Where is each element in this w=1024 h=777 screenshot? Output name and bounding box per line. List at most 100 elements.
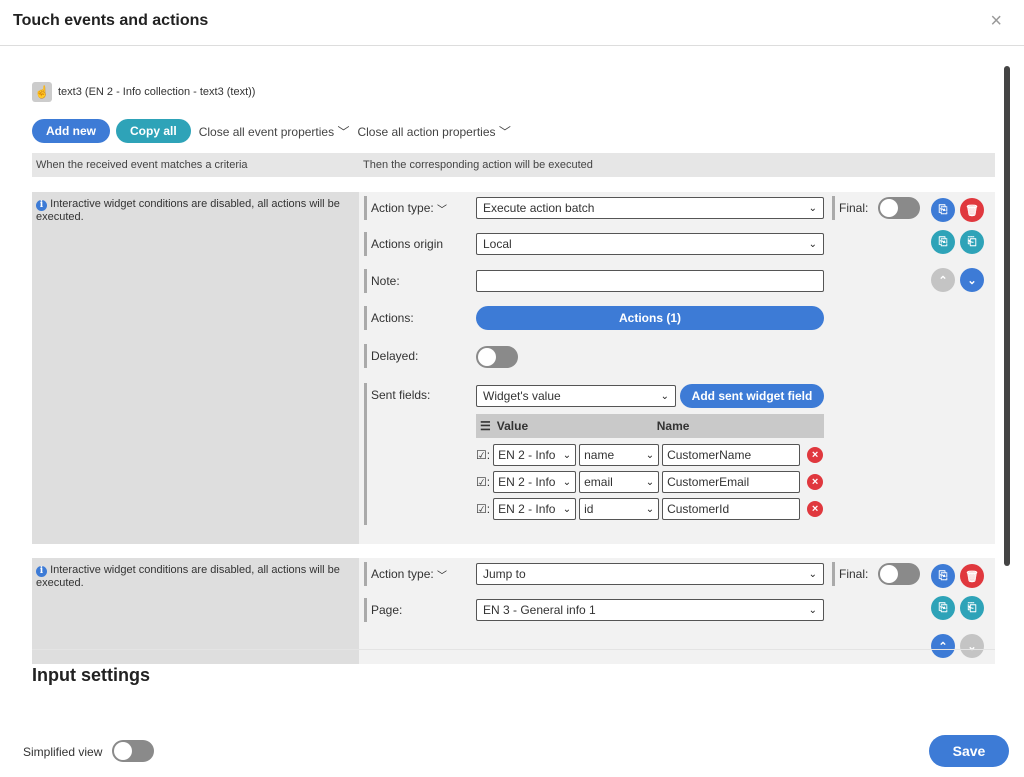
name-column-header: Name [656, 419, 690, 433]
add-new-button[interactable]: Add new [32, 119, 110, 143]
delayed-toggle[interactable] [476, 346, 518, 368]
close-icon[interactable]: × [990, 10, 1002, 33]
save-button[interactable]: Save [929, 735, 1009, 767]
sent-field-row: ☑: EN 2 - Info ⌄ id ⌄ CustomerId × [476, 498, 824, 520]
copy-all-button[interactable]: Copy all [116, 119, 191, 143]
chevron-down-icon: ﹀ [437, 570, 448, 582]
widget-reference: ☝ text3 (EN 2 - Info collection - text3 … [32, 82, 255, 102]
checkbox-icon[interactable]: ☑: [476, 502, 490, 516]
delete-icon[interactable]: 🗑 [960, 198, 984, 222]
close-action-properties-toggle[interactable]: Close all action properties ﹀ [357, 123, 510, 140]
event-info-text: Interactive widget conditions are disabl… [36, 198, 340, 223]
paste-icon[interactable]: ⎗ [960, 230, 984, 254]
chevron-down-icon: ⌄ [808, 202, 817, 214]
sent-fields-select[interactable]: Widget's value ⌄ [476, 385, 676, 407]
delayed-row: Delayed: [364, 344, 472, 368]
name-input[interactable]: CustomerEmail [662, 471, 801, 493]
dialog-header: Touch events and actions × [0, 0, 1024, 46]
action-type-label-text: Action type: [371, 567, 434, 581]
action-type-value: Jump to [483, 567, 526, 581]
simplified-view-label: Simplified view [23, 745, 103, 759]
copy-icon[interactable]: ⎘ [931, 564, 955, 588]
scrollbar[interactable] [1004, 66, 1010, 566]
name-input[interactable]: CustomerName [662, 444, 801, 466]
field-value: id [584, 502, 594, 516]
final-toggle[interactable] [878, 197, 920, 219]
actions-origin-select[interactable]: Local ⌄ [476, 233, 824, 255]
delayed-label: Delayed: [364, 344, 472, 368]
duplicate-icon[interactable]: ⎘ [931, 230, 955, 254]
source-value: EN 2 - Info [498, 448, 556, 462]
delete-icon[interactable]: 🗑 [960, 564, 984, 588]
checkbox-icon[interactable]: ☑: [476, 475, 490, 489]
checkbox-icon[interactable]: ☑: [476, 448, 490, 462]
add-sent-field-button[interactable]: Add sent widget field [680, 384, 824, 408]
chevron-down-icon: ﹀ [337, 124, 350, 139]
field-value: email [584, 475, 613, 489]
field-select[interactable]: id ⌄ [579, 498, 660, 520]
source-select[interactable]: EN 2 - Info ⌄ [493, 471, 577, 493]
page-select[interactable]: EN 3 - General info 1 ⌄ [476, 599, 824, 621]
field-select[interactable]: email ⌄ [579, 471, 660, 493]
remove-icon[interactable]: × [807, 447, 824, 463]
info-icon: i [36, 200, 47, 211]
chevron-down-icon: ⌄ [660, 390, 669, 402]
final-label: Final: [832, 562, 868, 586]
sent-fields-row: Sent fields: [364, 383, 472, 407]
move-up-icon[interactable]: ⌃ [931, 634, 955, 658]
actions-origin-value: Local [483, 237, 512, 251]
field-value: name [584, 448, 615, 462]
source-select[interactable]: EN 2 - Info ⌄ [493, 498, 577, 520]
move-up-icon[interactable]: ⌃ [931, 268, 955, 292]
close-event-properties-toggle[interactable]: Close all event properties ﹀ [199, 123, 350, 140]
note-label: Note: [364, 269, 472, 293]
value-column-header: Value [496, 419, 529, 433]
copy-icon[interactable]: ⎘ [931, 198, 955, 222]
actions-row: Actions: [364, 306, 472, 330]
move-down-icon[interactable]: ⌄ [960, 268, 984, 292]
column-header: When the received event matches a criter… [32, 153, 995, 177]
simplified-view-toggle[interactable] [112, 740, 154, 762]
source-value: EN 2 - Info [498, 475, 556, 489]
column-header-right: Then the corresponding action will be ex… [363, 159, 593, 171]
actions-label: Actions: [364, 306, 472, 330]
actions-button[interactable]: Actions (1) [476, 306, 824, 330]
input-settings-heading: Input settings [32, 665, 150, 685]
remove-icon[interactable]: × [807, 474, 824, 490]
remove-icon[interactable]: × [807, 501, 824, 517]
chevron-down-icon: ⌄ [562, 449, 572, 461]
action-type-select[interactable]: Jump to ⌄ [476, 563, 824, 585]
actions-origin-row: Actions origin [364, 232, 472, 256]
final-label: Final: [832, 196, 868, 220]
action-type-select[interactable]: Execute action batch ⌄ [476, 197, 824, 219]
dialog-footer: Simplified view Save [0, 730, 1024, 777]
page-value: EN 3 - General info 1 [483, 603, 596, 617]
close-event-label: Close all event properties [198, 124, 335, 139]
move-down-icon[interactable]: ⌄ [960, 634, 984, 658]
source-select[interactable]: EN 2 - Info ⌄ [493, 444, 577, 466]
chevron-down-icon: ⌄ [645, 449, 655, 461]
chevron-down-icon: ⌄ [645, 503, 655, 515]
chevron-down-icon: ⌄ [645, 476, 655, 488]
final-toggle[interactable] [878, 563, 920, 585]
paste-icon[interactable]: ⎗ [960, 596, 984, 620]
column-header-left: When the received event matches a criter… [36, 159, 248, 171]
actions-origin-label: Actions origin [364, 232, 472, 256]
action-type-label: Action type: ﹀ [364, 196, 472, 220]
page-label: Page: [364, 598, 472, 622]
chevron-down-icon: ⌄ [562, 503, 572, 515]
sent-field-row: ☑: EN 2 - Info ⌄ name ⌄ CustomerName × [476, 444, 824, 466]
note-row: Note: [364, 269, 472, 293]
sent-fields-header: ☰ Value Name [476, 414, 824, 438]
sent-fields-bar [364, 407, 367, 525]
chevron-down-icon: ⌄ [808, 238, 817, 250]
chevron-down-icon: ﹀ [437, 204, 448, 216]
field-select[interactable]: name ⌄ [579, 444, 660, 466]
sent-field-row: ☑: EN 2 - Info ⌄ email ⌄ CustomerEmail × [476, 471, 824, 493]
duplicate-icon[interactable]: ⎘ [931, 596, 955, 620]
chevron-down-icon: ⌄ [808, 568, 817, 580]
action-type-value: Execute action batch [483, 201, 595, 215]
name-input[interactable]: CustomerId [662, 498, 801, 520]
action-type-label: Action type: ﹀ [364, 562, 472, 586]
note-input[interactable] [476, 270, 824, 292]
